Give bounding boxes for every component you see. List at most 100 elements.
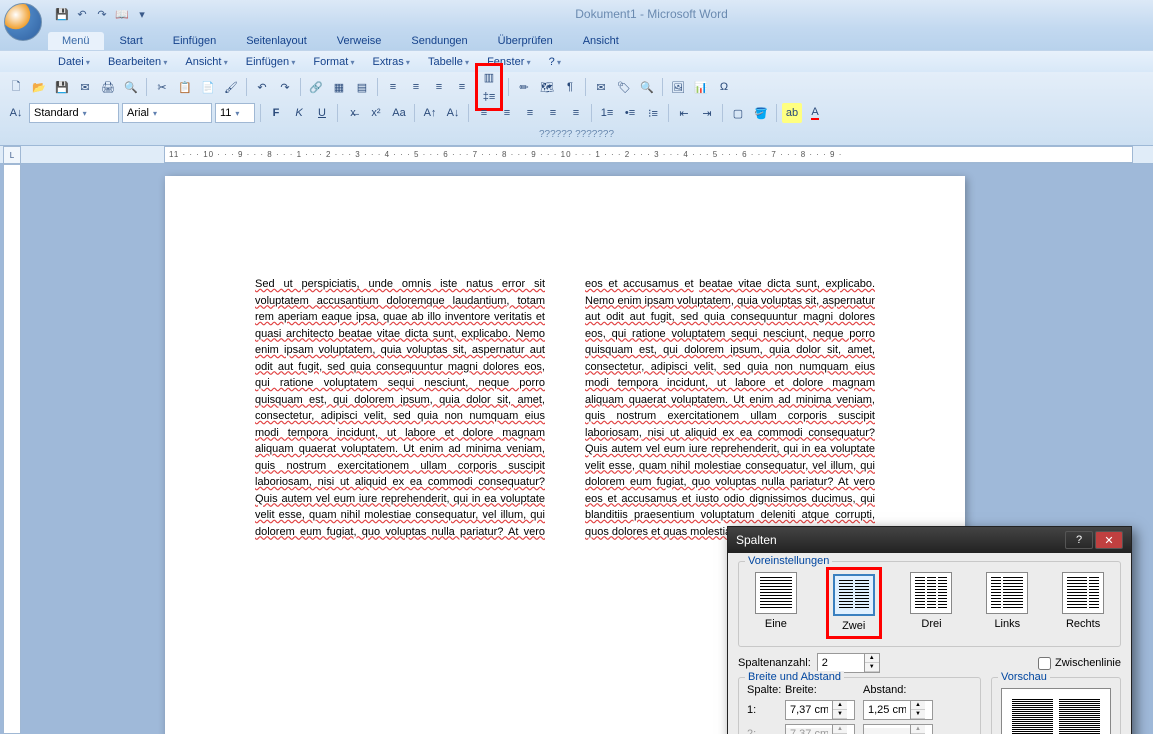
save-icon[interactable]: 💾 [54, 6, 70, 22]
excel-icon[interactable]: ▤ [352, 77, 372, 97]
tab-menu[interactable]: Menü [48, 32, 104, 50]
print-icon[interactable]: 🖨 [98, 77, 118, 97]
vertical-ruler[interactable] [3, 164, 21, 734]
shrink-font-icon[interactable]: A↓ [443, 103, 463, 123]
decrease-indent-icon[interactable]: ⇤ [674, 103, 694, 123]
numbering-icon[interactable]: 1≡ [597, 103, 617, 123]
tab-view[interactable]: Ansicht [569, 32, 633, 50]
picture-icon[interactable]: 🖼 [668, 77, 688, 97]
columns-icon[interactable]: ▥ [479, 67, 499, 87]
table-icon[interactable]: ▦ [329, 77, 349, 97]
distributed-icon[interactable]: ≡ [566, 103, 586, 123]
preset-two[interactable]: Zwei [831, 572, 877, 634]
ruler-corner[interactable]: L [3, 146, 21, 164]
superscript-icon[interactable]: x² [366, 103, 386, 123]
tab-start[interactable]: Start [106, 32, 157, 50]
horizontal-ruler[interactable]: 11 · · · 10 · · · 9 · · · 8 · · · 1 · · … [164, 146, 1133, 163]
menu-table[interactable]: Tabelle [420, 54, 477, 70]
spin-down-icon[interactable]: ▼ [865, 663, 879, 672]
redo-icon[interactable]: ↷ [94, 6, 110, 22]
align-center-icon[interactable]: ≡ [406, 77, 426, 97]
menu-insert[interactable]: Einfügen [238, 54, 304, 70]
font-selector[interactable]: Arial [122, 103, 212, 123]
divider-input[interactable] [1038, 657, 1051, 670]
borders-icon[interactable]: ▢ [728, 103, 748, 123]
bold-icon[interactable]: F [266, 103, 286, 123]
align-right-icon[interactable]: ≡ [520, 103, 540, 123]
justify-icon[interactable]: ≡ [543, 103, 563, 123]
row1-gap-spinner[interactable]: ▲▼ [863, 700, 933, 720]
drawing-icon[interactable]: ✏ [514, 77, 534, 97]
preset-three[interactable]: Drei [910, 572, 952, 634]
close-button[interactable]: ✕ [1095, 531, 1123, 549]
mail-icon[interactable]: ✉ [75, 77, 95, 97]
copy-icon[interactable]: 📋 [175, 77, 195, 97]
envelope-icon[interactable]: ✉ [591, 77, 611, 97]
increase-indent-icon[interactable]: ⇥ [697, 103, 717, 123]
preset-right-label: Rechts [1066, 618, 1100, 630]
menu-help[interactable]: ? [541, 54, 569, 70]
paragraph-icon[interactable]: ¶ [560, 77, 580, 97]
zoom-icon[interactable]: 🔍 [637, 77, 657, 97]
document-text[interactable]: Sed ut perspiciatis, unde omnis iste nat… [255, 276, 875, 540]
tab-review[interactable]: Überprüfen [484, 32, 567, 50]
help-button[interactable]: ? [1065, 531, 1093, 549]
menu-format[interactable]: Format [305, 54, 362, 70]
style-selector[interactable]: Standard [29, 103, 119, 123]
office-button[interactable] [4, 3, 42, 41]
tab-pagelayout[interactable]: Seitenlayout [232, 32, 321, 50]
tab-references[interactable]: Verweise [323, 32, 396, 50]
align-center-icon[interactable]: ≡ [497, 103, 517, 123]
presets-group: Voreinstellungen Eine Zwei Drei [738, 561, 1121, 647]
divider-checkbox[interactable]: Zwischenlinie [1038, 657, 1121, 670]
align-right-icon[interactable]: ≡ [429, 77, 449, 97]
spin-up-icon[interactable]: ▲ [865, 654, 879, 663]
preset-right[interactable]: Rechts [1062, 572, 1104, 634]
bullets-icon[interactable]: •≡ [620, 103, 640, 123]
row1-width-spinner[interactable]: ▲▼ [785, 700, 855, 720]
tab-mailings[interactable]: Sendungen [397, 32, 481, 50]
labels-icon[interactable]: 🏷 [614, 77, 634, 97]
preview-icon[interactable]: 🔍 [121, 77, 141, 97]
menu-tools[interactable]: Extras [365, 54, 418, 70]
chart-icon[interactable]: 📊 [691, 77, 711, 97]
preset-one[interactable]: Eine [755, 572, 797, 634]
strikethrough-icon[interactable]: x̶ [343, 103, 363, 123]
change-case-icon[interactable]: Aa [389, 103, 409, 123]
italic-icon[interactable]: K [289, 103, 309, 123]
menu-file[interactable]: Datei [50, 54, 98, 70]
menu-view[interactable]: Ansicht [177, 54, 235, 70]
dialog-titlebar[interactable]: Spalten ? ✕ [728, 527, 1131, 553]
preset-left[interactable]: Links [986, 572, 1028, 634]
underline-icon[interactable]: U [312, 103, 332, 123]
tab-insert[interactable]: Einfügen [159, 32, 230, 50]
preview-group: Vorschau [991, 677, 1121, 734]
cut-icon[interactable]: ✂ [152, 77, 172, 97]
hyperlink-icon[interactable]: 🔗 [306, 77, 326, 97]
open-icon[interactable]: 📂 [29, 77, 49, 97]
qat-more-icon[interactable]: ▾ [134, 6, 150, 22]
book-icon[interactable]: 📖 [114, 6, 130, 22]
justify-icon[interactable]: ≡ [452, 77, 472, 97]
symbol-icon[interactable]: Ω [714, 77, 734, 97]
shading-icon[interactable]: 🪣 [751, 103, 771, 123]
column-count-input[interactable] [818, 657, 864, 669]
undo-icon[interactable]: ↶ [74, 6, 90, 22]
document-map-icon[interactable]: 🗺 [537, 77, 557, 97]
font-color-icon[interactable]: A [805, 103, 825, 123]
size-selector[interactable]: 11 [215, 103, 255, 123]
undo-icon[interactable]: ↶ [252, 77, 272, 97]
align-left-icon[interactable]: ≡ [383, 77, 403, 97]
column-count-spinner[interactable]: ▲▼ [817, 653, 880, 673]
highlight-icon[interactable]: ab [782, 103, 802, 123]
format-painter-icon[interactable]: 🖌 [221, 77, 241, 97]
multilevel-icon[interactable]: ⁝≡ [643, 103, 663, 123]
save-icon[interactable]: 💾 [52, 77, 72, 97]
align-left-icon[interactable]: ≡ [474, 103, 494, 123]
new-doc-icon[interactable]: 🗋 [6, 77, 26, 97]
redo-icon[interactable]: ↷ [275, 77, 295, 97]
paste-icon[interactable]: 📄 [198, 77, 218, 97]
grow-font-icon[interactable]: A↑ [420, 103, 440, 123]
menu-edit[interactable]: Bearbeiten [100, 54, 175, 70]
styles-pane-icon[interactable]: A↓ [6, 103, 26, 123]
